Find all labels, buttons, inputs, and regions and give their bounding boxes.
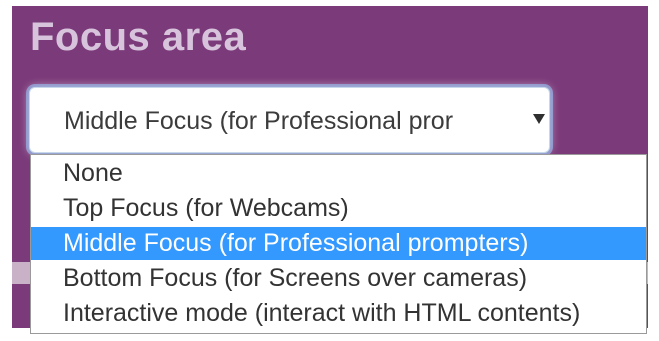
section-title: Focus area — [30, 15, 247, 59]
option-bottom-focus[interactable]: Bottom Focus (for Screens over cameras) — [31, 262, 646, 295]
focus-area-dropdown-list[interactable]: None Top Focus (for Webcams) Middle Focu… — [30, 154, 647, 334]
option-none[interactable]: None — [31, 157, 646, 190]
option-middle-focus[interactable]: Middle Focus (for Professional prompters… — [31, 227, 646, 260]
option-interactive-mode[interactable]: Interactive mode (interact with HTML con… — [31, 297, 646, 330]
select-current-value: Middle Focus (for Professional pror — [64, 108, 454, 135]
option-top-focus[interactable]: Top Focus (for Webcams) — [31, 192, 646, 225]
focus-area-select[interactable]: Middle Focus (for Professional pror — [29, 87, 550, 153]
